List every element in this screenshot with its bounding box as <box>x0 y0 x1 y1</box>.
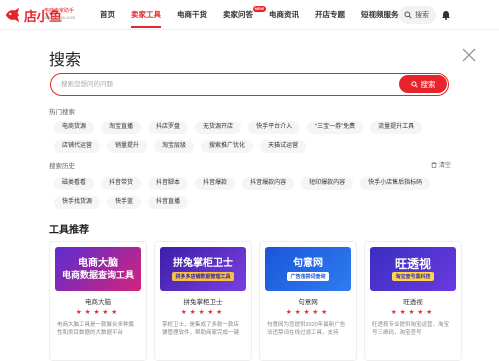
nav-item-ecommerce-news[interactable]: 电商资讯 <box>269 0 299 30</box>
tool-card-juyi[interactable]: 句意网 广告违禁词查询 句意网 ★★★★★ 句意网为您提供2020年最新广告法违… <box>259 241 357 361</box>
history-tag[interactable]: 抖音直播 <box>148 196 189 209</box>
hot-tag[interactable]: 淘宝直播 <box>101 121 142 134</box>
rating-stars: ★★★★★ <box>285 309 331 316</box>
banner-title: 电商大脑 <box>78 257 118 269</box>
tool-description: 句意网为您提供2020年最新广告法违禁词在线过滤工具，支持 <box>267 322 346 336</box>
search-button-label: 搜索 <box>420 79 436 89</box>
history-tag[interactable]: 快手小店售后指标码 <box>360 177 431 190</box>
tool-banner: 拼兔掌柜卫士 拼多多店铺数据管理工具 <box>160 247 246 291</box>
trash-icon <box>431 161 437 168</box>
banner-subtitle: 电商数据查询工具 <box>61 269 134 280</box>
search-history-tags: 磁类看看 抖音带货 抖音脚本 抖音爆款 抖音爆款内容 短印爆款内容 快手小店售后… <box>54 177 454 215</box>
top-navigation-bar: 店小鱼 电商卖家助手 dianxiaoyu.com 首页 卖家工具 电商干货 卖… <box>0 0 499 30</box>
new-badge: NEW <box>252 6 266 12</box>
history-tag[interactable]: 短印爆款内容 <box>301 177 354 190</box>
history-tag[interactable]: 磁类看看 <box>54 177 95 190</box>
search-icon <box>410 80 418 88</box>
nav-item-store-topics[interactable]: 开店专题 <box>315 0 345 30</box>
main-nav: 首页 卖家工具 电商干货 卖家问答 NEW 电商资讯 开店专题 短视频服务 <box>100 0 415 30</box>
tool-card-wangtoushi[interactable]: 旺透视 淘宝查号黑科技 旺透视 ★★★★★ 旺透视专业提供淘宝运营，淘宝号三维码… <box>364 241 462 361</box>
history-tag[interactable]: 抖音爆款 <box>195 177 236 190</box>
rating-stars: ★★★★★ <box>75 309 121 316</box>
history-tag[interactable]: 抖音带货 <box>101 177 142 190</box>
nav-item-ecommerce-tips[interactable]: 电商干货 <box>177 0 207 30</box>
logo-caption: 电商卖家助手 dianxiaoyu.com <box>44 8 75 21</box>
close-icon[interactable] <box>461 47 477 63</box>
search-button[interactable]: 搜索 <box>399 75 447 93</box>
rating-stars: ★★★★★ <box>390 309 436 316</box>
nav-item-short-video[interactable]: 短视频服务 <box>361 0 399 30</box>
clear-history-button[interactable]: 清空 <box>431 160 451 169</box>
tool-card-pintu-guard[interactable]: 拼兔掌柜卫士 拼多多店铺数据管理工具 拼兔掌柜卫士 ★★★★★ 掌柜卫士，是集成… <box>154 241 252 361</box>
fish-logo-icon <box>5 7 20 23</box>
hot-tag[interactable]: 抖店罗盘 <box>148 121 189 134</box>
history-tag[interactable]: 快手找货源 <box>54 196 101 209</box>
tool-banner: 句意网 广告违禁词查询 <box>265 247 351 291</box>
tool-cards: 电商大脑 电商数据查询工具 电商大脑 ★★★★★ 电商大脑工具是一款聚合多种属性… <box>49 241 469 361</box>
banner-title: 拼兔掌柜卫士 <box>173 257 233 269</box>
nav-item-seller-qa-label: 卖家问答 <box>223 10 253 19</box>
logo-domain: dianxiaoyu.com <box>44 15 76 20</box>
hot-tag[interactable]: “三宝一券”免费 <box>307 121 364 134</box>
banner-tag: 广告违禁词查询 <box>287 271 329 281</box>
nav-item-home[interactable]: 首页 <box>100 0 115 30</box>
nav-item-seller-qa[interactable]: 卖家问答 NEW <box>223 0 266 30</box>
top-search-label: 搜索 <box>415 12 429 19</box>
hot-tag[interactable]: 快手平台介入 <box>248 121 301 134</box>
hot-tag[interactable]: 淘宝层级 <box>154 140 195 153</box>
hot-tag[interactable]: 流量提升工具 <box>370 121 423 134</box>
history-tag[interactable]: 快手蓝 <box>107 196 142 209</box>
tool-banner: 旺透视 淘宝查号黑科技 <box>370 247 456 291</box>
search-icon <box>404 11 412 19</box>
hot-tag[interactable]: 销量提升 <box>107 140 148 153</box>
history-tag[interactable]: 抖音脚本 <box>148 177 189 190</box>
top-search-button[interactable]: 搜索 <box>399 6 436 24</box>
history-tag[interactable]: 抖音爆款内容 <box>242 177 295 190</box>
hot-tag[interactable]: 店铺代运营 <box>54 140 101 153</box>
tool-description: 电商大脑工具是一款聚合多种属性和类目数据的大数据平台 <box>57 322 135 336</box>
hot-tag[interactable]: 无货源开店 <box>195 121 242 134</box>
tool-description: 旺透视专业提供淘宝运营，淘宝号三维码，淘宝查号 <box>372 322 450 336</box>
rating-stars: ★★★★★ <box>180 309 226 316</box>
hot-tag[interactable]: 天猫试运营 <box>260 140 307 153</box>
tool-banner: 电商大脑 电商数据查询工具 <box>55 247 141 291</box>
tool-description: 掌柜卫士，是集成了多款一款店铺管理软件，帮助商家完成一键 <box>162 322 240 336</box>
logo-tagline: 电商卖家助手 <box>44 8 75 14</box>
search-history-label: 搜索历史 <box>49 163 75 170</box>
hot-search-label: 热门搜索 <box>49 109 75 116</box>
clear-history-label: 清空 <box>439 163 452 169</box>
tools-recommend-title: 工具推荐 <box>49 225 89 236</box>
search-title: 搜索 <box>49 52 82 69</box>
banner-tag: 淘宝查号黑科技 <box>392 271 434 281</box>
nav-item-seller-tools[interactable]: 卖家工具 <box>131 0 161 30</box>
search-box: 搜索 <box>50 73 449 96</box>
tool-name: 拼兔掌柜卫士 <box>183 299 223 306</box>
tool-name: 旺透视 <box>403 299 423 306</box>
tool-name: 电商大脑 <box>85 299 111 306</box>
tool-card-dianshang-danao[interactable]: 电商大脑 电商数据查询工具 电商大脑 ★★★★★ 电商大脑工具是一款聚合多种属性… <box>49 241 147 361</box>
tool-name: 句意网 <box>298 299 318 306</box>
search-input[interactable] <box>61 74 381 94</box>
bell-icon[interactable] <box>441 10 451 20</box>
banner-title: 旺透视 <box>394 256 431 271</box>
hot-tag[interactable]: 搜索推广优化 <box>201 140 254 153</box>
banner-tag: 拼多多店铺数据管理工具 <box>172 271 234 281</box>
hot-tag[interactable]: 电商货源 <box>54 121 95 134</box>
hot-search-tags: 电商货源 淘宝直播 抖店罗盘 无货源开店 快手平台介入 “三宝一券”免费 流量提… <box>54 121 454 159</box>
banner-title: 句意网 <box>293 257 323 269</box>
